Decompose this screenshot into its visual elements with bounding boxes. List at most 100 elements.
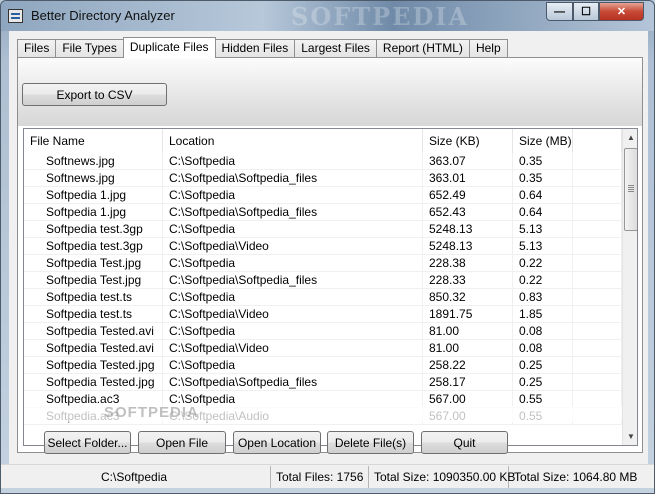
cell-size-kb: 363.01 xyxy=(423,170,513,187)
tab-largest-files[interactable]: Largest Files xyxy=(294,39,377,58)
table-row[interactable]: Softpedia test.3gp C:\Softpedia\Video 5248… xyxy=(24,238,622,255)
table-row[interactable]: Softpedia Tested.jpg C:\Softpedia\Softped… xyxy=(24,374,622,391)
table-row[interactable]: Softpedia Tested.jpg C:\Softpedia 258.22 0.… xyxy=(24,357,622,374)
cell-blank xyxy=(573,289,622,306)
watermark: SOFTPEDIA xyxy=(291,2,470,31)
cell-file-name: Softpedia Tested.jpg xyxy=(24,357,163,374)
cell-blank xyxy=(573,340,622,357)
cell-size-kb: 228.38 xyxy=(423,255,513,272)
cell-blank xyxy=(573,238,622,255)
cell-file-name: Softpedia 1.jpg xyxy=(24,204,163,221)
app-icon[interactable] xyxy=(8,9,23,23)
tab-files[interactable]: Files xyxy=(17,39,57,58)
scroll-up-icon[interactable]: ▲ xyxy=(623,129,637,146)
table-row[interactable]: Softpedia Tested.avi C:\Softpedia 81.00 0.0… xyxy=(24,323,622,340)
list-watermark: SOFTPEDIA xyxy=(24,404,622,422)
cell-size-kb: 258.17 xyxy=(423,374,513,391)
title-bar[interactable]: Better Directory Analyzer SOFTPEDIA — ☐ … xyxy=(1,1,654,31)
table-row[interactable]: Softpedia test.ts C:\Softpedia\Video 1891.… xyxy=(24,306,622,323)
cell-location: C:\Softpedia\Video xyxy=(163,306,423,323)
status-path: C:\Softpedia xyxy=(1,466,271,488)
table-row[interactable]: Softpedia Test.jpg C:\Softpedia\Softpedia… xyxy=(24,272,622,289)
cell-size-kb: 5248.13 xyxy=(423,221,513,238)
cell-size-mb: 0.25 xyxy=(513,374,573,391)
cell-size-kb: 652.43 xyxy=(423,204,513,221)
maximize-button[interactable]: ☐ xyxy=(573,2,599,21)
cell-size-mb: 1.85 xyxy=(513,306,573,323)
cell-size-kb: 228.33 xyxy=(423,272,513,289)
quit-button[interactable]: Quit xyxy=(421,431,508,454)
table-row[interactable]: Softnews.jpg C:\Softpedia\Softpedia_files… xyxy=(24,170,622,187)
watermark-text: SOFTPEDIA xyxy=(104,404,199,421)
cell-blank xyxy=(573,306,622,323)
cell-location: C:\Softpedia\Video xyxy=(163,340,423,357)
duplicate-files-list[interactable]: File Name Location Size (KB) Size (MB) S… xyxy=(23,128,638,446)
grip-icon xyxy=(628,185,634,186)
minimize-icon: — xyxy=(554,5,565,18)
column-header-file-name[interactable]: File Name xyxy=(24,129,163,153)
cell-blank xyxy=(573,272,622,289)
cell-file-name: Softnews.jpg xyxy=(24,153,163,170)
cell-size-mb: 0.64 xyxy=(513,204,573,221)
column-header-size-kb[interactable]: Size (KB) xyxy=(423,129,513,153)
cell-file-name: Softpedia 1.jpg xyxy=(24,187,163,204)
cell-blank xyxy=(573,357,622,374)
minimize-button[interactable]: — xyxy=(546,2,573,21)
status-total-size-mb: Total Size: 1064.80 MB xyxy=(514,470,638,484)
tab-strip: Files File Types Duplicate Files Hidden … xyxy=(17,37,508,58)
list-rows: Softnews.jpg C:\Softpedia 363.07 0.35 Softne… xyxy=(24,153,622,425)
cell-location: C:\Softpedia\Softpedia_files xyxy=(163,170,423,187)
cell-location: C:\Softpedia xyxy=(163,187,423,204)
close-button[interactable]: ✕ xyxy=(599,2,644,21)
vertical-scrollbar[interactable]: ▲ ▼ xyxy=(622,129,637,445)
cell-blank xyxy=(573,187,622,204)
cell-size-kb: 258.22 xyxy=(423,357,513,374)
cell-size-mb: 0.08 xyxy=(513,340,573,357)
tab-hidden-files[interactable]: Hidden Files xyxy=(214,39,296,58)
table-row[interactable]: Softpedia 1.jpg C:\Softpedia\Softpedia_fi… xyxy=(24,204,622,221)
cell-size-mb: 0.35 xyxy=(513,170,573,187)
column-header-blank[interactable] xyxy=(573,129,622,153)
table-row[interactable]: Softnews.jpg C:\Softpedia 363.07 0.35 xyxy=(24,153,622,170)
cell-size-mb: 0.22 xyxy=(513,272,573,289)
open-location-button[interactable]: Open Location xyxy=(233,431,321,454)
cell-size-kb: 1891.75 xyxy=(423,306,513,323)
export-csv-button[interactable]: Export to CSV xyxy=(22,83,167,106)
cell-size-kb: 5248.13 xyxy=(423,238,513,255)
close-icon: ✕ xyxy=(616,6,627,18)
cell-size-mb: 5.13 xyxy=(513,221,573,238)
cell-size-mb: 0.08 xyxy=(513,323,573,340)
scroll-thumb[interactable] xyxy=(624,148,637,231)
tab-file-types[interactable]: File Types xyxy=(55,39,124,58)
column-header-size-mb[interactable]: Size (MB) xyxy=(513,129,573,153)
cell-location: C:\Softpedia xyxy=(163,357,423,374)
cell-location: C:\Softpedia xyxy=(163,289,423,306)
cell-location: C:\Softpedia xyxy=(163,153,423,170)
column-header-location[interactable]: Location xyxy=(163,129,423,153)
status-bar: C:\Softpedia Total Files: 1756 Total Siz… xyxy=(1,464,654,488)
tab-report-html[interactable]: Report (HTML) xyxy=(375,39,470,58)
maximize-icon: ☐ xyxy=(581,6,591,18)
cell-location: C:\Softpedia xyxy=(163,323,423,340)
list-header: File Name Location Size (KB) Size (MB) xyxy=(24,129,622,153)
table-row[interactable]: Softpedia Test.jpg C:\Softpedia 228.38 0.22 xyxy=(24,255,622,272)
table-row[interactable]: Softpedia test.3gp C:\Softpedia 5248.13 5.1… xyxy=(24,221,622,238)
cell-blank xyxy=(573,323,622,340)
select-folder-button[interactable]: Select Folder... xyxy=(44,431,131,454)
cell-size-mb: 0.22 xyxy=(513,255,573,272)
table-row[interactable]: Softpedia test.ts C:\Softpedia 850.32 0.83 xyxy=(24,289,622,306)
tab-duplicate-files[interactable]: Duplicate Files xyxy=(122,37,216,58)
scroll-down-icon[interactable]: ▼ xyxy=(623,428,637,445)
cell-location: C:\Softpedia xyxy=(163,255,423,272)
open-file-button[interactable]: Open File xyxy=(138,431,226,454)
cell-file-name: Softpedia Test.jpg xyxy=(24,272,163,289)
cell-size-kb: 850.32 xyxy=(423,289,513,306)
cell-file-name: Softpedia test.3gp xyxy=(24,238,163,255)
cell-location: C:\Softpedia xyxy=(163,221,423,238)
table-row[interactable]: Softpedia 1.jpg C:\Softpedia 652.49 0.64 xyxy=(24,187,622,204)
tab-help[interactable]: Help xyxy=(468,39,508,58)
table-row[interactable]: Softpedia Tested.avi C:\Softpedia\Video 81… xyxy=(24,340,622,357)
delete-files-button[interactable]: Delete File(s) xyxy=(327,431,414,454)
cell-location: C:\Softpedia\Softpedia_files xyxy=(163,204,423,221)
cell-size-kb: 652.49 xyxy=(423,187,513,204)
